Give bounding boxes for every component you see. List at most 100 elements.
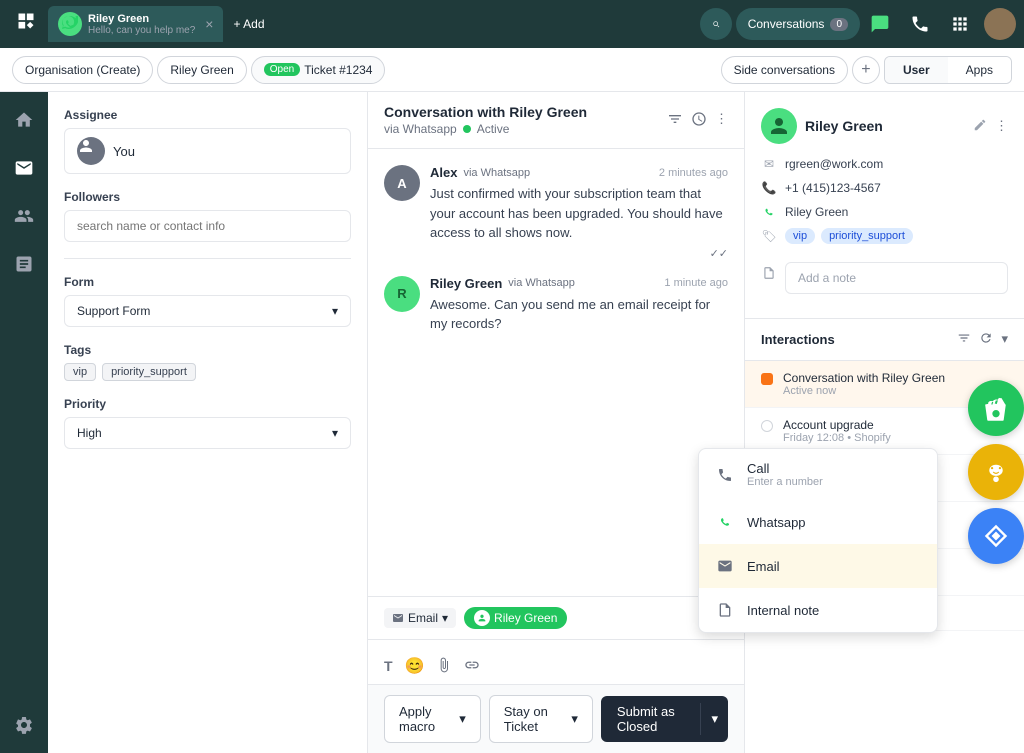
search-btn[interactable]: [700, 8, 732, 40]
user-tag-priority[interactable]: priority_support: [821, 228, 913, 244]
apps-tab-btn[interactable]: Apps: [948, 57, 1011, 83]
main-content: Assignee You Followers Form Support Form…: [0, 92, 1024, 753]
user-avatar[interactable]: [984, 8, 1016, 40]
tags-section: Tags vip priority_support: [64, 343, 351, 381]
compose-actions: T 😊: [384, 648, 728, 676]
user-card-header: Riley Green ⋮: [761, 108, 1008, 144]
shopify-badge[interactable]: [968, 380, 1024, 436]
filter-interactions-icon[interactable]: [957, 331, 971, 348]
add-side-conv-btn[interactable]: +: [852, 56, 880, 84]
phone-info-icon: 📞: [761, 180, 777, 196]
priority-section: Priority High ▾: [64, 397, 351, 449]
user-card-name: Riley Green: [805, 118, 965, 134]
email-icon: [715, 556, 735, 576]
left-nav: [0, 92, 48, 753]
whatsapp-info-icon: [761, 204, 777, 220]
conv-header: Conversation with Riley Green via Whatsa…: [368, 92, 744, 149]
nav-contacts[interactable]: [8, 200, 40, 232]
collapse-icon[interactable]: ▾: [1001, 331, 1008, 348]
call-label: Call: [747, 461, 823, 476]
interaction-circle-upgrade: [761, 420, 773, 432]
stay-label: Stay on Ticket: [504, 704, 566, 734]
assignee-box[interactable]: You: [64, 128, 351, 174]
edit-icon[interactable]: [973, 118, 987, 135]
clock-icon[interactable]: [691, 111, 707, 130]
user-tab-btn[interactable]: User: [885, 57, 948, 83]
jira-badge[interactable]: [968, 508, 1024, 564]
nav-reports[interactable]: [8, 248, 40, 280]
menu-whatsapp[interactable]: Whatsapp: [699, 500, 937, 544]
stay-ticket-btn[interactable]: Stay on Ticket ▾: [489, 695, 593, 743]
interactions-icons: ▾: [957, 331, 1008, 348]
tag-vip[interactable]: vip: [64, 363, 96, 381]
interactions-header: Interactions ▾: [745, 319, 1024, 361]
user-card: Riley Green ⋮ ✉ rgreen@work.com 📞 +1 (41…: [745, 92, 1024, 319]
active-dot: [463, 125, 471, 133]
tab-close-btn[interactable]: ×: [205, 16, 213, 32]
attachment-icon[interactable]: [436, 657, 452, 676]
msg-ticks: ✓✓: [430, 247, 728, 260]
add-tab-btn[interactable]: + Add: [227, 17, 270, 31]
msg-via-alex: via Whatsapp: [463, 167, 530, 179]
msg-header-riley: Riley Green via Whatsapp 1 minute ago: [430, 276, 728, 291]
menu-email[interactable]: Email: [699, 544, 937, 588]
add-note-field[interactable]: Add a note: [785, 262, 1008, 294]
msg-header-alex: Alex via Whatsapp 2 minutes ago: [430, 165, 728, 180]
email-tag[interactable]: Email ▾: [384, 608, 456, 628]
nav-settings[interactable]: [8, 709, 40, 741]
msg-content-alex: Alex via Whatsapp 2 minutes ago Just con…: [430, 165, 728, 260]
assignee-label: Assignee: [64, 108, 351, 122]
ticket-tab[interactable]: Open Ticket #1234: [251, 56, 386, 84]
followers-input[interactable]: [64, 210, 351, 242]
mailchimp-badge[interactable]: [968, 444, 1024, 500]
conv-sub: via Whatsapp Active: [384, 122, 587, 136]
nav-home[interactable]: [8, 104, 40, 136]
app-badges: [968, 380, 1024, 564]
menu-internal-note[interactable]: Internal note: [699, 588, 937, 632]
tag-priority[interactable]: priority_support: [102, 363, 196, 381]
user-tag-vip[interactable]: vip: [785, 228, 815, 244]
more-icon[interactable]: ⋮: [715, 111, 728, 130]
refresh-icon[interactable]: [979, 331, 993, 348]
apps-icon-btn[interactable]: [944, 8, 976, 40]
more-user-icon[interactable]: ⋮: [995, 118, 1008, 135]
tab-name: Riley Green: [88, 13, 195, 25]
macro-chevron-icon: ▾: [459, 711, 466, 727]
apply-macro-btn[interactable]: Apply macro ▾: [384, 695, 481, 743]
user-tag[interactable]: Riley Green: [464, 607, 567, 629]
chat-icon-btn[interactable]: [864, 8, 896, 40]
nav-inbox[interactable]: [8, 152, 40, 184]
conversations-btn[interactable]: Conversations 0: [736, 8, 860, 40]
priority-chevron-icon: ▾: [332, 426, 338, 440]
current-tab[interactable]: Riley Green Hello, can you help me? ×: [48, 6, 223, 42]
submit-btn[interactable]: Submit as Closed ▾: [601, 696, 728, 742]
link-icon[interactable]: [464, 657, 480, 676]
call-icon: [715, 465, 735, 485]
conversations-label: Conversations: [748, 17, 825, 31]
email-chevron: ▾: [442, 611, 448, 625]
emoji-icon[interactable]: 😊: [405, 656, 425, 676]
user-tab[interactable]: Riley Green: [157, 56, 246, 84]
submit-arrow-icon[interactable]: ▾: [700, 703, 728, 735]
phone-icon-btn[interactable]: [904, 8, 936, 40]
whatsapp-label: Whatsapp: [747, 515, 806, 530]
tab-bar: Organisation (Create) Riley Green Open T…: [0, 48, 1024, 92]
top-bar-icons: [864, 8, 1016, 40]
tags-row: vip priority_support: [64, 363, 351, 381]
note-info-icon: [761, 265, 777, 281]
note-icon: [715, 600, 735, 620]
user-card-avatar: [761, 108, 797, 144]
text-format-icon[interactable]: T: [384, 658, 393, 674]
priority-value: High: [77, 426, 102, 440]
user-phone: +1 (415)123-4567: [785, 181, 881, 195]
assignee-avatar: [77, 137, 105, 165]
msg-body-alex: Just confirmed with your subscription te…: [430, 184, 728, 243]
ticket-tab-label: Ticket #1234: [304, 63, 372, 77]
filter-icon[interactable]: [667, 111, 683, 130]
priority-select[interactable]: High ▾: [64, 417, 351, 449]
side-conversations-btn[interactable]: Side conversations: [721, 56, 848, 84]
form-select[interactable]: Support Form ▾: [64, 295, 351, 327]
email-info-icon: ✉: [761, 156, 777, 172]
menu-call[interactable]: Call Enter a number: [699, 449, 937, 500]
org-tab[interactable]: Organisation (Create): [12, 56, 153, 84]
